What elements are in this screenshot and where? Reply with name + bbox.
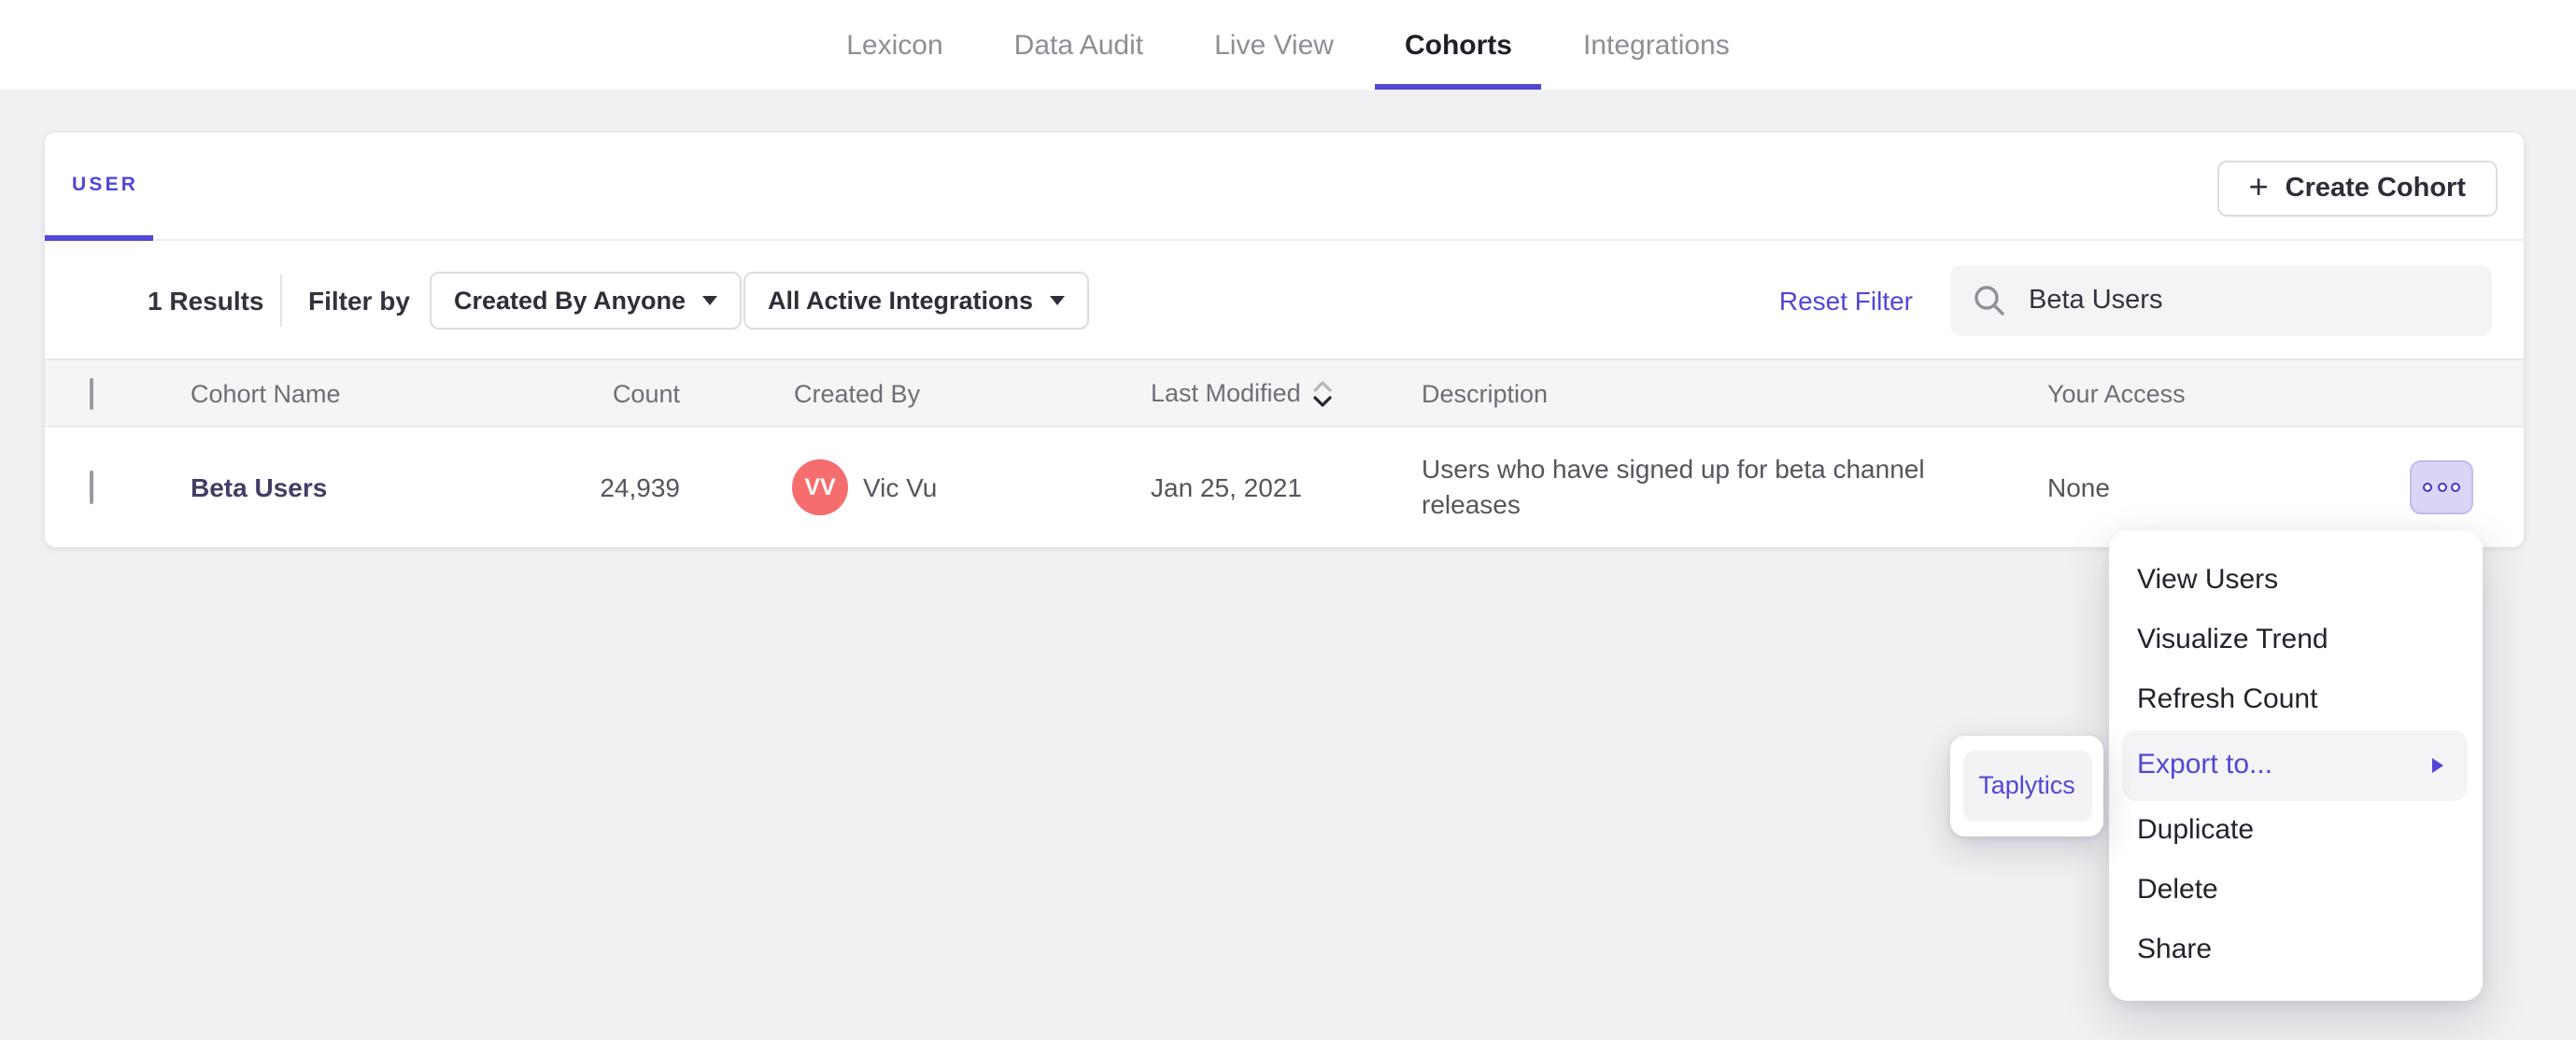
menu-item-export-to[interactable]: Export to...: [2122, 729, 2468, 800]
menu-item-view-users[interactable]: View Users: [2108, 550, 2482, 610]
filter-bar: 1 Results Filter by Created By Anyone Al…: [45, 241, 2524, 358]
avatar: VV: [792, 459, 848, 515]
search-input[interactable]: [2025, 283, 2455, 316]
cohorts-panel: USER + Create Cohort 1 Results Filter by…: [45, 133, 2524, 547]
caret-down-icon: [1050, 295, 1066, 304]
create-cohort-button[interactable]: + Create Cohort: [2216, 160, 2498, 216]
column-header-description: Description: [1422, 379, 1549, 407]
cohort-count: 24,939: [600, 472, 680, 502]
cohort-name-link[interactable]: Beta Users: [191, 472, 327, 502]
table-row: Beta Users 24,939 VV Vic Vu Jan 25, 2021…: [45, 428, 2524, 547]
menu-item-share[interactable]: Share: [2108, 920, 2482, 979]
column-header-created-by[interactable]: Created By: [794, 379, 920, 407]
divider: [280, 274, 282, 326]
submenu-item-taplytics[interactable]: Taplytics: [1962, 750, 2091, 821]
submenu-arrow-icon: [2432, 757, 2443, 772]
nav-item-live-view[interactable]: Live View: [1214, 0, 1334, 90]
more-dots-icon: [2437, 483, 2446, 492]
last-modified-value: Jan 25, 2021: [1151, 472, 1302, 502]
tab-user[interactable]: USER: [72, 174, 138, 196]
row-actions-button[interactable]: [2410, 460, 2473, 514]
search-icon: [1974, 285, 2004, 315]
search-box[interactable]: [1950, 264, 2492, 335]
nav-item-integrations[interactable]: Integrations: [1583, 0, 1730, 90]
menu-item-visualize-trend[interactable]: Visualize Trend: [2108, 610, 2482, 669]
nav-item-lexicon[interactable]: Lexicon: [846, 0, 942, 90]
created-by-name: Vic Vu: [863, 472, 938, 502]
results-count: 1 Results: [148, 285, 264, 315]
column-header-your-access: Your Access: [2047, 379, 2186, 407]
nav-item-cohorts[interactable]: Cohorts: [1374, 0, 1542, 90]
app-canvas: Lexicon Data Audit Live View Cohorts Int…: [0, 0, 2576, 1040]
created-by-cell: VV Vic Vu: [792, 459, 937, 515]
nav-item-data-audit[interactable]: Data Audit: [1014, 0, 1143, 90]
created-by-filter-dropdown[interactable]: Created By Anyone: [430, 271, 743, 329]
column-header-last-modified[interactable]: Last Modified: [1151, 378, 1335, 408]
row-checkbox[interactable]: [89, 471, 92, 504]
column-header-cohort-name[interactable]: Cohort Name: [191, 379, 341, 407]
table-header: Cohort Name Count Created By Last Modifi…: [45, 358, 2524, 428]
filter-by-label: Filter by: [308, 285, 410, 315]
caret-down-icon: [702, 295, 718, 304]
more-dots-icon: [2423, 483, 2432, 492]
reset-filter-link[interactable]: Reset Filter: [1779, 285, 1913, 315]
menu-item-refresh-count[interactable]: Refresh Count: [2108, 669, 2482, 729]
integrations-filter-dropdown[interactable]: All Active Integrations: [743, 271, 1090, 329]
description-value: Users who have signed up for beta channe…: [1422, 454, 1925, 519]
your-access-value: None: [2047, 472, 2110, 502]
select-all-checkbox[interactable]: [89, 377, 92, 409]
menu-item-duplicate[interactable]: Duplicate: [2108, 800, 2482, 860]
menu-item-delete[interactable]: Delete: [2108, 860, 2482, 920]
active-tab-indicator: [1374, 83, 1542, 90]
sort-icon[interactable]: [1312, 378, 1335, 408]
more-dots-icon: [2451, 483, 2460, 492]
panel-tabs-row: USER + Create Cohort: [45, 133, 2524, 241]
row-actions-menu: View Users Visualize Trend Refresh Count…: [2108, 529, 2482, 1000]
top-nav: Lexicon Data Audit Live View Cohorts Int…: [0, 0, 2576, 90]
plus-icon: +: [2248, 168, 2269, 205]
column-header-count[interactable]: Count: [523, 379, 680, 407]
export-submenu: Taplytics: [1950, 735, 2103, 836]
